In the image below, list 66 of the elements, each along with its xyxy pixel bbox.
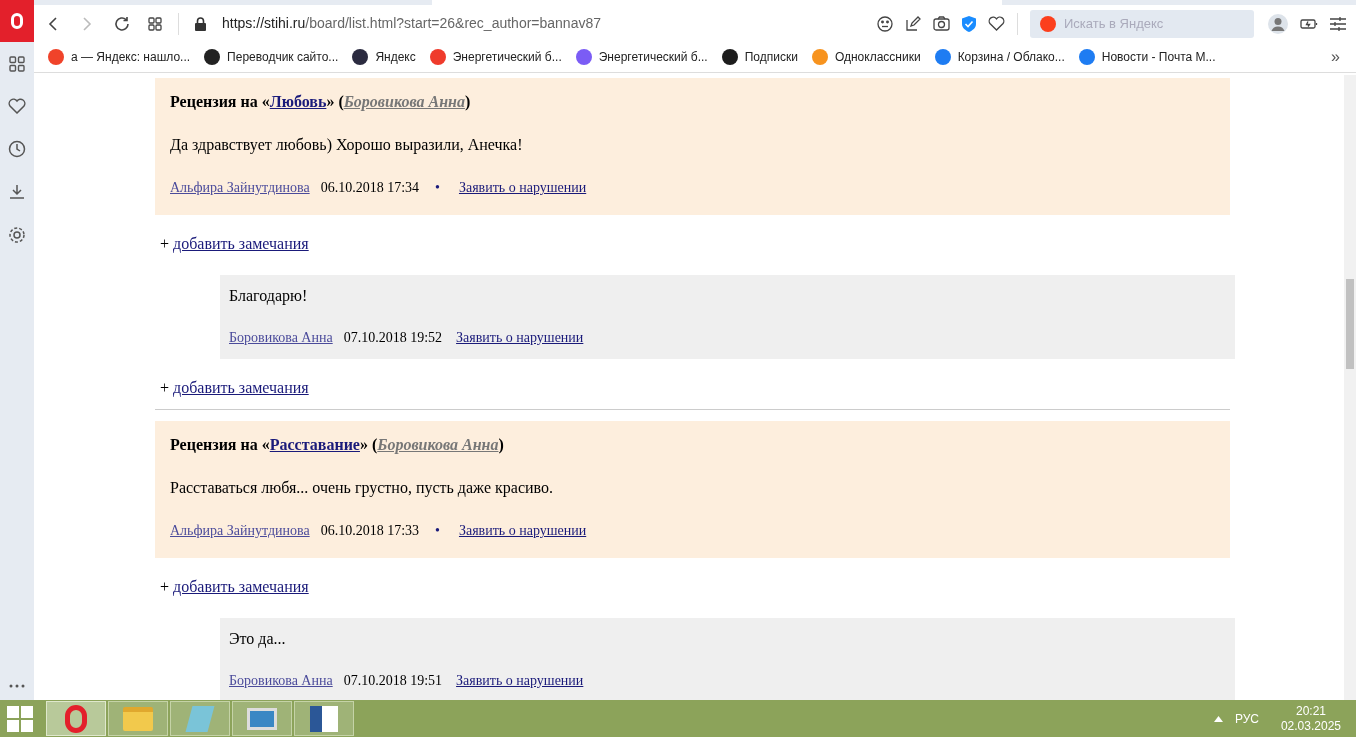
author-link[interactable]: Боровикова Анна [229, 328, 333, 348]
bookmark[interactable]: Новости - Почта М... [1078, 48, 1216, 66]
grid-icon[interactable] [9, 56, 25, 72]
author-link[interactable]: Боровикова Анна [343, 93, 465, 110]
battery-icon[interactable] [1300, 17, 1318, 30]
author-link[interactable]: Альфира Зайнутдинова [170, 178, 310, 198]
author-link[interactable]: Боровикова Анна [377, 436, 499, 453]
camera-icon[interactable] [933, 16, 950, 31]
add-comment-link[interactable]: добавить замечания [173, 234, 309, 254]
bookmark[interactable]: Подписки [721, 48, 798, 66]
history-icon[interactable] [8, 140, 26, 158]
smiley-icon[interactable] [877, 15, 893, 32]
bookmark[interactable]: а — Яндекс: нашло... [48, 48, 191, 66]
lock-icon[interactable] [195, 16, 206, 31]
avatar-icon[interactable] [1268, 13, 1288, 34]
more-icon[interactable] [9, 684, 25, 688]
bookmark[interactable]: Корзина / Облако... [934, 48, 1065, 66]
bookmark[interactable]: Энергетический б... [575, 48, 708, 66]
date-text: 07.10.2018 19:51 [343, 672, 443, 690]
plus-text: + [160, 378, 170, 398]
heart-icon[interactable] [8, 98, 26, 114]
bookmark[interactable]: Переводчик сайто... [204, 48, 339, 66]
browser-logo-icon[interactable] [0, 0, 34, 42]
tray-arrow-icon[interactable] [1213, 715, 1223, 722]
heart-icon[interactable] [988, 16, 1005, 31]
bullet-text: • [435, 522, 440, 540]
plus-text: + [160, 234, 170, 254]
start-icon[interactable] [7, 705, 33, 732]
bookmark[interactable]: Энергетический б... [429, 48, 562, 66]
review-heading: Рецензия на «Любовь» (Боровикова Анна) [170, 92, 472, 112]
settings-icon[interactable] [8, 226, 26, 244]
reload-icon[interactable] [114, 15, 130, 32]
bullet-text: • [435, 179, 440, 197]
search-field[interactable]: Искать в Яндекс [1030, 9, 1254, 38]
author-link[interactable]: Альфира Зайнутдинова [170, 521, 310, 541]
date-text: 06.10.2018 17:33 [320, 522, 420, 540]
review-text: Да здравствует любовь) Хорошо выразили, Анечка! [170, 135, 524, 155]
scrollbar[interactable] [1344, 75, 1356, 700]
report-link[interactable]: Заявить о нарушении [456, 671, 584, 691]
review-heading: Рецензия на «Расставание» (Боровикова Анна) [170, 435, 505, 455]
more-bookmarks-button[interactable]: » [1331, 45, 1340, 69]
work-link[interactable]: Любовь [269, 93, 327, 110]
settings-sliders-icon[interactable] [1330, 16, 1346, 31]
add-comment-link[interactable]: добавить замечания [173, 577, 309, 597]
shield-icon[interactable] [962, 15, 976, 32]
tabs-grid-icon[interactable] [148, 16, 162, 31]
date-text: 06.10.2018 17:34 [320, 179, 420, 197]
author-link[interactable]: Боровикова Анна [229, 671, 333, 691]
taskbar-word-icon[interactable] [294, 701, 354, 736]
download-icon[interactable] [9, 184, 25, 200]
date-text: 07.10.2018 19:52 [343, 329, 443, 347]
back-icon[interactable] [48, 15, 58, 32]
work-link[interactable]: Расставание [269, 436, 360, 453]
bookmark[interactable]: Одноклассники [811, 48, 921, 66]
address-bar[interactable]: https://stihi.ru/board/list.html?start=26&rec_author=bannav87 [222, 13, 601, 34]
reply-text: Это да... [229, 629, 287, 649]
add-comment-link[interactable]: добавить замечания [173, 378, 309, 398]
report-link[interactable]: Заявить о нарушении [456, 328, 584, 348]
bookmark[interactable]: Яндекс [352, 48, 416, 66]
taskbar-browser-icon[interactable] [46, 701, 106, 736]
review-text: Расставаться любя... очень грустно, пусть даже красиво. [170, 478, 555, 498]
reply-text: Благодарю! [229, 286, 309, 306]
report-link[interactable]: Заявить о нарушении [458, 178, 587, 198]
plus-text: + [160, 577, 170, 597]
report-link[interactable]: Заявить о нарушении [458, 521, 587, 541]
edit-icon[interactable] [905, 15, 921, 32]
